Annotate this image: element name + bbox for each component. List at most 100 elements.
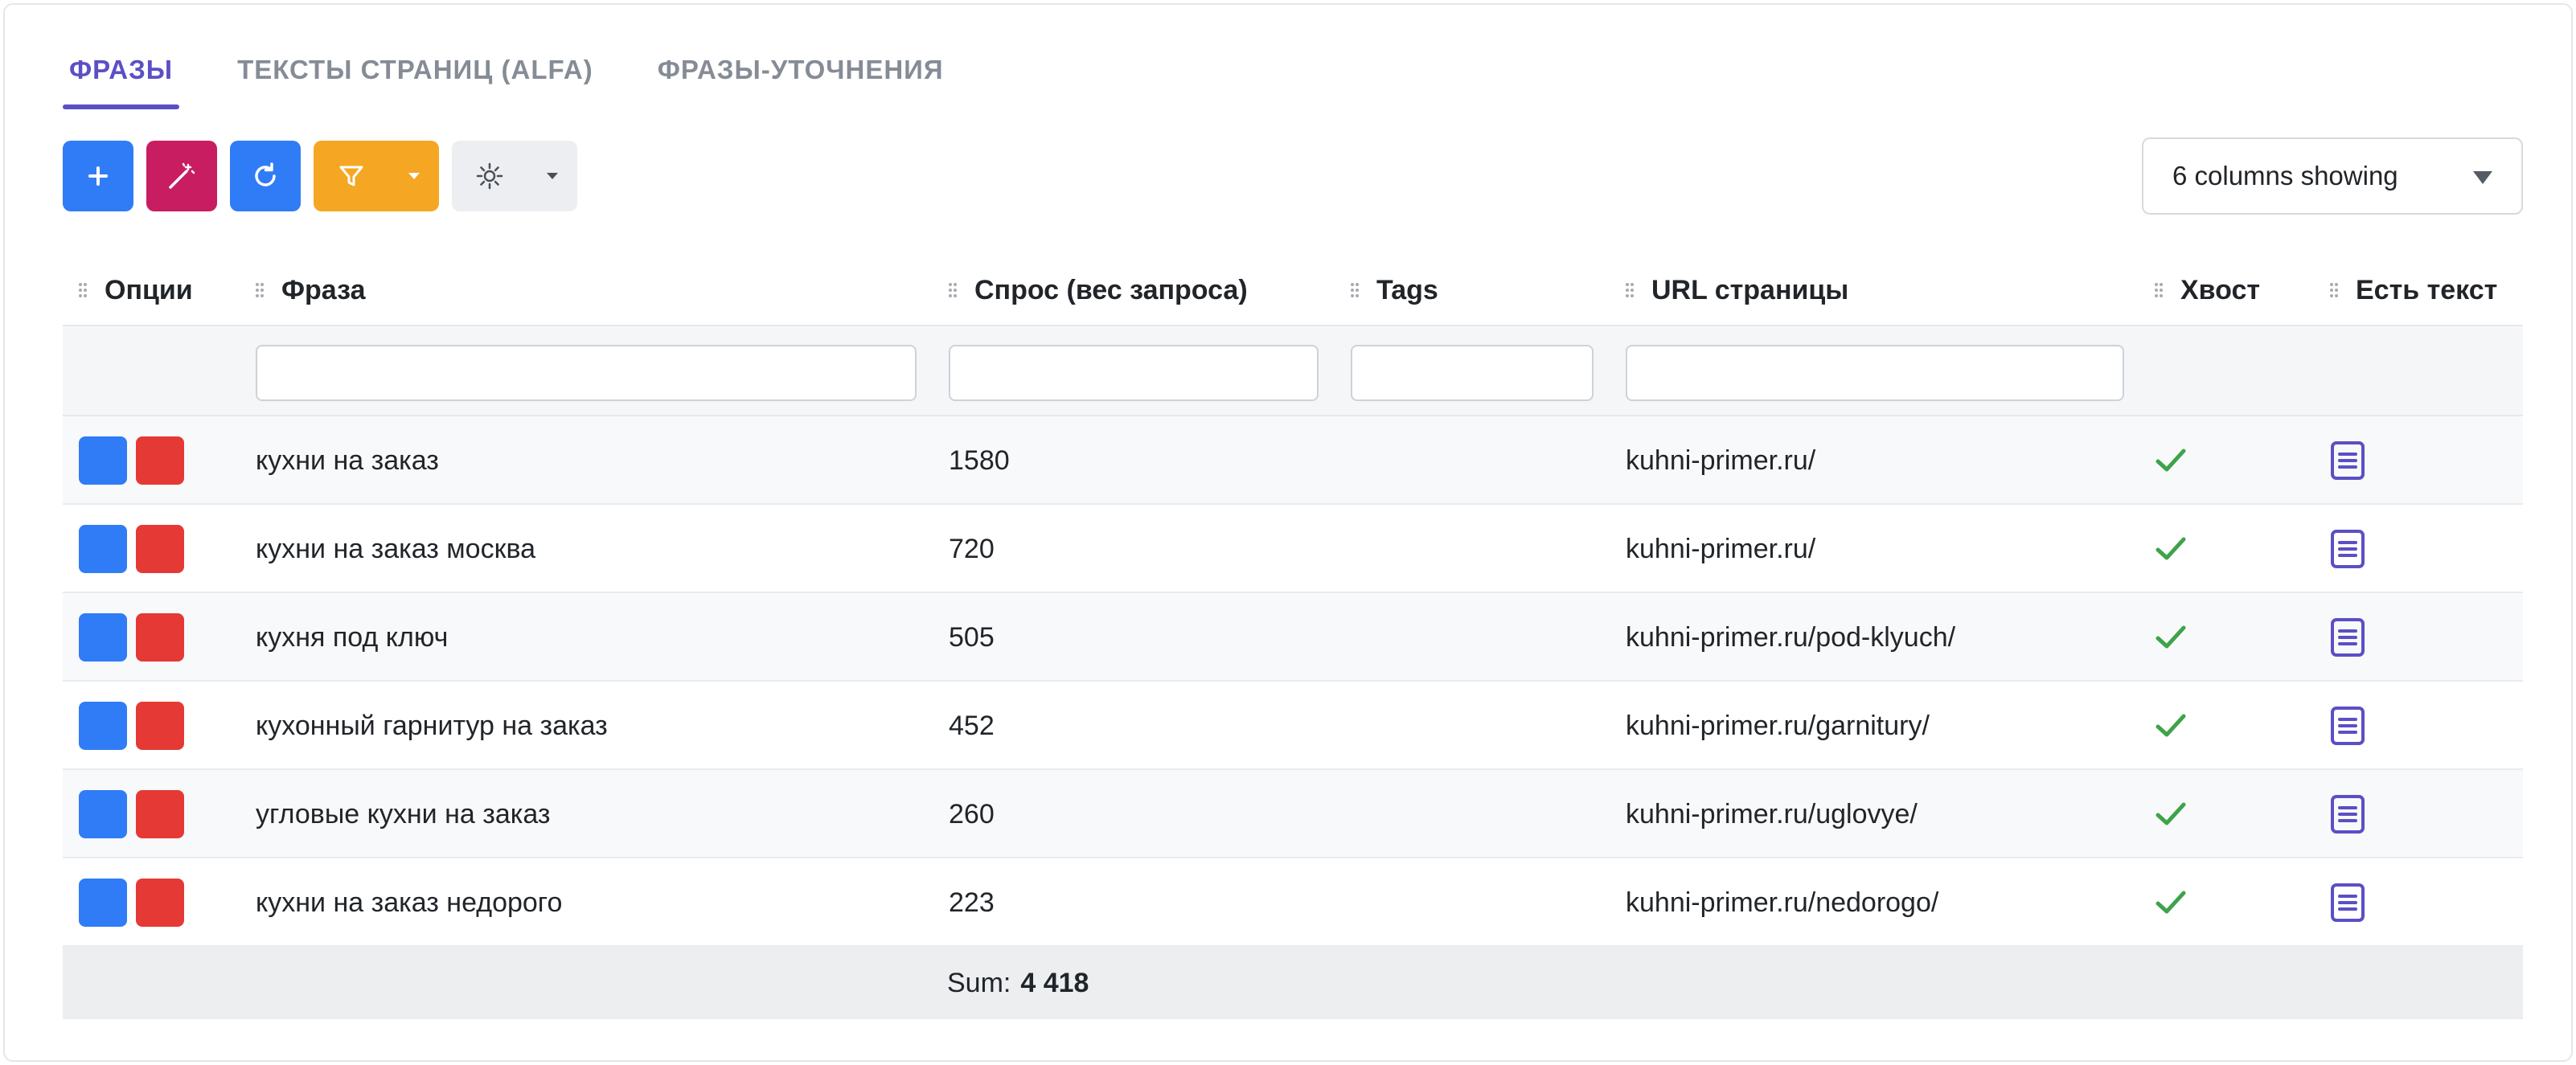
table-row: кухни на заказ 1580 kuhni-primer.ru/ bbox=[63, 416, 2523, 505]
settings-button[interactable] bbox=[452, 141, 577, 211]
column-header-tags[interactable]: Tags bbox=[1351, 254, 1438, 326]
url-cell: kuhni-primer.ru/ bbox=[1626, 444, 1816, 476]
document-icon[interactable] bbox=[2330, 416, 2365, 505]
column-header-label: Хвост bbox=[2180, 274, 2261, 305]
document-icon[interactable] bbox=[2330, 770, 2365, 858]
edit-row-button[interactable] bbox=[79, 879, 127, 927]
columns-visibility-select[interactable]: 6 columns showing bbox=[2142, 137, 2523, 215]
refresh-icon bbox=[255, 162, 276, 186]
demand-cell: 260 bbox=[949, 798, 995, 829]
tab-page-texts[interactable]: ТЕКСТЫ СТРАНИЦ (ALFA) bbox=[231, 48, 600, 109]
edit-row-button[interactable] bbox=[79, 613, 127, 662]
table-row: кухни на заказ недорого 223 kuhni-primer.r… bbox=[63, 858, 2523, 947]
check-icon bbox=[2155, 770, 2187, 858]
drag-handle-icon[interactable] bbox=[2155, 281, 2163, 299]
table-footer: Sum: 4 418 bbox=[63, 947, 2523, 1019]
filter-dropdown-toggle[interactable] bbox=[389, 141, 439, 211]
column-header-label: Спрос (вес запроса) bbox=[974, 274, 1248, 305]
check-icon bbox=[2155, 416, 2187, 505]
tab-phrases[interactable]: ФРАЗЫ bbox=[63, 48, 180, 109]
column-header-label: Есть текст bbox=[2356, 274, 2498, 305]
caret-down-icon bbox=[547, 173, 558, 179]
drag-handle-icon[interactable] bbox=[1626, 281, 1634, 299]
demand-cell: 505 bbox=[949, 621, 995, 653]
document-icon[interactable] bbox=[2330, 593, 2365, 682]
check-icon bbox=[2155, 858, 2187, 947]
document-icon[interactable] bbox=[2330, 505, 2365, 593]
phrase-cell: кухни на заказ москва bbox=[256, 533, 536, 564]
demand-filter-input[interactable] bbox=[949, 345, 1319, 401]
edit-row-button[interactable] bbox=[79, 525, 127, 573]
phrase-cell: кухонный гарнитур на заказ bbox=[256, 710, 608, 741]
check-icon bbox=[2155, 593, 2187, 682]
sum-value: 4 418 bbox=[1020, 967, 1089, 998]
column-header-options[interactable]: Опции bbox=[79, 254, 193, 326]
drag-handle-icon[interactable] bbox=[1351, 281, 1359, 299]
phrase-cell: угловые кухни на заказ bbox=[256, 798, 551, 829]
document-icon[interactable] bbox=[2330, 682, 2365, 770]
filter-main[interactable] bbox=[314, 141, 389, 211]
magic-wand-icon bbox=[169, 162, 195, 189]
column-header-url[interactable]: URL страницы bbox=[1626, 254, 1848, 326]
url-cell: kuhni-primer.ru/nedorogo/ bbox=[1626, 887, 1939, 918]
url-cell: kuhni-primer.ru/pod-klyuch/ bbox=[1626, 621, 1956, 653]
filter-row bbox=[63, 325, 2523, 416]
drag-handle-icon[interactable] bbox=[2330, 281, 2338, 299]
url-cell: kuhni-primer.ru/garnitury/ bbox=[1626, 710, 1930, 741]
phrase-cell: кухни на заказ недорого bbox=[256, 887, 563, 918]
column-header-label: Опции bbox=[105, 274, 193, 305]
table-row: кухонный гарнитур на заказ 452 kuhni-prime… bbox=[63, 682, 2523, 770]
check-icon bbox=[2155, 505, 2187, 593]
delete-row-button[interactable] bbox=[136, 702, 184, 750]
settings-main[interactable] bbox=[452, 141, 527, 211]
filter-button[interactable] bbox=[314, 141, 439, 211]
document-icon[interactable] bbox=[2330, 858, 2365, 947]
add-button[interactable] bbox=[63, 141, 133, 211]
demand-cell: 223 bbox=[949, 887, 995, 918]
phrase-cell: кухни на заказ bbox=[256, 444, 439, 476]
drag-handle-icon[interactable] bbox=[256, 281, 264, 299]
check-icon bbox=[2155, 682, 2187, 770]
columns-select-value: 6 columns showing bbox=[2172, 161, 2398, 190]
delete-row-button[interactable] bbox=[136, 436, 184, 485]
chevron-down-icon bbox=[2473, 171, 2492, 184]
demand-cell: 1580 bbox=[949, 444, 1010, 476]
plus-icon bbox=[88, 166, 108, 186]
url-filter-input[interactable] bbox=[1626, 345, 2124, 401]
panel-card: ФРАЗЫ ТЕКСТЫ СТРАНИЦ (ALFA) ФРАЗЫ-УТОЧНЕ… bbox=[3, 3, 2573, 1062]
table-row: угловые кухни на заказ 260 kuhni-primer.ru… bbox=[63, 770, 2523, 858]
demand-cell: 720 bbox=[949, 533, 995, 564]
column-header-tail[interactable]: Хвост bbox=[2155, 254, 2260, 326]
sum-label: Sum: bbox=[947, 967, 1011, 998]
edit-row-button[interactable] bbox=[79, 436, 127, 485]
phrase-cell: кухня под ключ bbox=[256, 621, 449, 653]
delete-row-button[interactable] bbox=[136, 879, 184, 927]
delete-row-button[interactable] bbox=[136, 613, 184, 662]
tab-clarifying-phrases[interactable]: ФРАЗЫ-УТОЧНЕНИЯ bbox=[651, 48, 950, 109]
table-row: кухня под ключ 505 kuhni-primer.ru/pod-kly… bbox=[63, 593, 2523, 682]
delete-row-button[interactable] bbox=[136, 525, 184, 573]
column-header-label: Фраза bbox=[281, 274, 366, 305]
column-header-has-text[interactable]: Есть текст bbox=[2330, 254, 2497, 326]
demand-sum: Sum: 4 418 bbox=[947, 947, 1089, 1019]
drag-handle-icon[interactable] bbox=[79, 281, 87, 299]
drag-handle-icon[interactable] bbox=[949, 281, 957, 299]
gear-icon bbox=[476, 162, 503, 190]
column-header-demand[interactable]: Спрос (вес запроса) bbox=[949, 254, 1248, 326]
magic-wand-button[interactable] bbox=[146, 141, 217, 211]
phrase-filter-input[interactable] bbox=[256, 345, 917, 401]
column-header-label: Tags bbox=[1376, 274, 1438, 305]
column-header-phrase[interactable]: Фраза bbox=[256, 254, 365, 326]
edit-row-button[interactable] bbox=[79, 702, 127, 750]
caret-down-icon bbox=[408, 173, 420, 179]
url-cell: kuhni-primer.ru/ bbox=[1626, 533, 1816, 564]
edit-row-button[interactable] bbox=[79, 790, 127, 838]
tab-bar: ФРАЗЫ ТЕКСТЫ СТРАНИЦ (ALFA) ФРАЗЫ-УТОЧНЕ… bbox=[63, 48, 1002, 109]
url-cell: kuhni-primer.ru/uglovye/ bbox=[1626, 798, 1918, 829]
delete-row-button[interactable] bbox=[136, 790, 184, 838]
tags-filter-input[interactable] bbox=[1351, 345, 1594, 401]
settings-dropdown-toggle[interactable] bbox=[527, 141, 577, 211]
filter-icon bbox=[339, 166, 363, 186]
column-header-label: URL страницы bbox=[1651, 274, 1849, 305]
refresh-button[interactable] bbox=[230, 141, 301, 211]
